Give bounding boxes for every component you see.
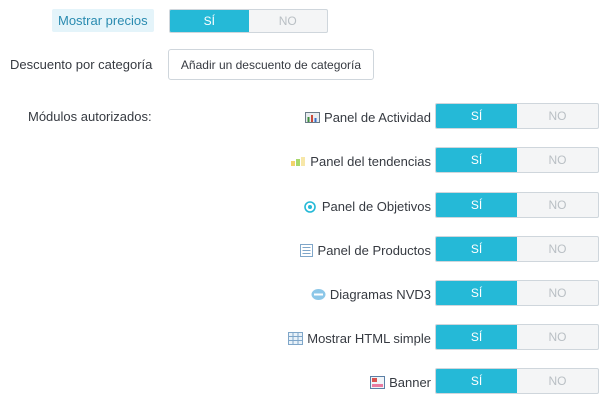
toggle-no[interactable]: NO xyxy=(517,325,598,349)
category-discount-label: Descuento por categoría xyxy=(10,57,153,72)
module-row-nvd3: Diagramas NVD3 xyxy=(311,281,431,307)
toggle-no[interactable]: NO xyxy=(517,281,598,305)
module-toggle-products[interactable]: SÍ NO xyxy=(435,236,599,262)
module-name: Panel del tendencias xyxy=(310,153,431,169)
toggle-yes[interactable]: SÍ xyxy=(436,148,517,172)
module-toggle-activity[interactable]: SÍ NO xyxy=(435,103,599,129)
toggle-yes[interactable]: SÍ xyxy=(436,104,517,128)
show-prices-label: Mostrar precios xyxy=(52,9,154,32)
list-icon xyxy=(299,243,314,257)
module-name: Diagramas NVD3 xyxy=(329,286,431,302)
authorized-modules-label: Módulos autorizados: xyxy=(28,109,152,124)
module-toggle-goals[interactable]: SÍ NO xyxy=(435,192,599,218)
trends-icon xyxy=(291,155,306,168)
module-name: Panel de Productos xyxy=(317,242,431,258)
toggle-yes[interactable]: SÍ xyxy=(436,193,517,217)
grid-icon xyxy=(288,331,304,345)
toggle-yes[interactable]: SÍ xyxy=(436,281,517,305)
show-prices-toggle[interactable]: SÍ NO xyxy=(169,9,328,33)
toggle-yes[interactable]: SÍ xyxy=(436,237,517,261)
add-category-discount-button[interactable]: Añadir un descuento de categoría xyxy=(168,49,374,80)
module-row-activity: Panel de Actividad xyxy=(305,104,431,130)
module-toggle-simple-html[interactable]: SÍ NO xyxy=(435,324,599,350)
module-name: Mostrar HTML simple xyxy=(307,330,431,346)
module-row-products: Panel de Productos xyxy=(299,237,431,263)
toggle-no[interactable]: NO xyxy=(517,193,598,217)
toggle-no[interactable]: NO xyxy=(517,148,598,172)
module-name: Banner xyxy=(389,374,431,390)
target-icon xyxy=(303,200,318,213)
module-toggle-banner[interactable]: SÍ NO xyxy=(435,368,599,394)
toggle-yes[interactable]: SÍ xyxy=(436,369,517,393)
module-toggle-trends[interactable]: SÍ NO xyxy=(435,147,599,173)
activity-chart-icon xyxy=(305,111,321,124)
show-prices-no[interactable]: NO xyxy=(249,10,328,32)
module-row-banner: Banner xyxy=(370,369,431,395)
toggle-yes[interactable]: SÍ xyxy=(436,325,517,349)
module-toggle-nvd3[interactable]: SÍ NO xyxy=(435,280,599,306)
module-name: Panel de Objetivos xyxy=(321,198,431,214)
module-row-trends: Panel del tendencias xyxy=(291,148,431,174)
toggle-no[interactable]: NO xyxy=(517,237,598,261)
module-name: Panel de Actividad xyxy=(324,109,431,125)
banner-icon xyxy=(370,375,386,389)
toggle-no[interactable]: NO xyxy=(517,369,598,393)
toggle-no[interactable]: NO xyxy=(517,104,598,128)
show-prices-yes[interactable]: SÍ xyxy=(170,10,249,32)
chart-badge-icon xyxy=(311,288,326,301)
module-row-simple-html: Mostrar HTML simple xyxy=(288,325,431,351)
module-row-goals: Panel de Objetivos xyxy=(303,193,431,219)
